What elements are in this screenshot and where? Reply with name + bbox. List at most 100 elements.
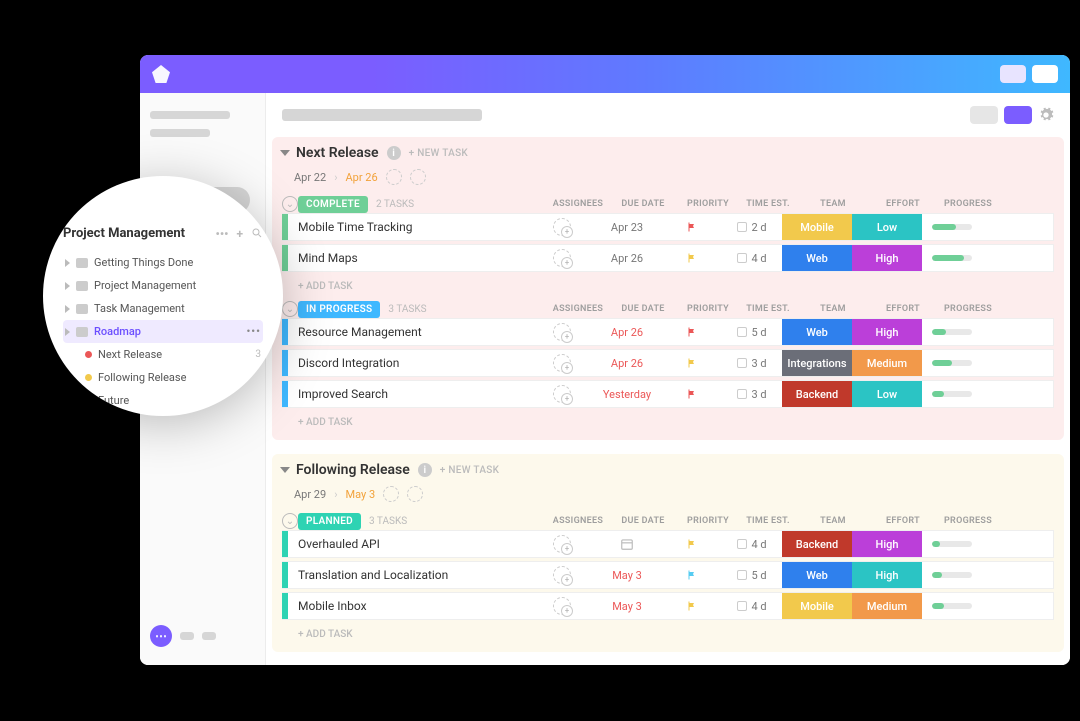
task-row[interactable]: Mind Maps Apr 26 4 d Web High — [282, 244, 1054, 272]
time-estimate[interactable]: 2 d — [722, 221, 782, 234]
effort-tag[interactable]: High — [852, 562, 922, 588]
assignee-placeholder-icon[interactable] — [383, 486, 399, 502]
due-date[interactable]: May 3 — [592, 600, 662, 613]
add-task-button[interactable]: + ADD TASK — [282, 275, 1054, 294]
flag-icon[interactable] — [686, 252, 698, 264]
info-icon[interactable]: i — [418, 463, 432, 477]
task-row[interactable]: Overhauled API 4 d Backend High — [282, 530, 1054, 558]
effort-tag[interactable]: Low — [852, 214, 922, 240]
new-task-button[interactable]: + NEW TASK — [440, 465, 499, 476]
task-row[interactable]: Improved Search Yesterday 3 d Backend Lo… — [282, 380, 1054, 408]
due-date[interactable]: Yesterday — [592, 388, 662, 401]
chevron-down-icon[interactable] — [280, 150, 290, 156]
flag-icon[interactable] — [686, 357, 698, 369]
chat-icon[interactable]: ⋯ — [150, 625, 172, 647]
toolbar-toggle[interactable] — [970, 106, 998, 124]
assignee-placeholder-icon[interactable] — [386, 169, 402, 185]
assignee-placeholder-icon[interactable] — [410, 169, 426, 185]
due-date[interactable] — [592, 537, 662, 551]
assignee-add-icon[interactable] — [553, 249, 571, 267]
chevron-down-icon[interactable] — [280, 467, 290, 473]
progress-bar[interactable] — [932, 541, 972, 547]
new-task-button[interactable]: + NEW TASK — [409, 148, 468, 159]
status-badge[interactable]: IN PROGRESS — [298, 301, 380, 318]
sidebar-item[interactable]: Task Management — [63, 297, 263, 320]
title-bar-chip[interactable] — [1032, 65, 1058, 83]
team-tag[interactable]: Integrations — [782, 350, 852, 376]
team-tag[interactable]: Web — [782, 319, 852, 345]
flag-icon[interactable] — [686, 388, 698, 400]
more-icon[interactable]: ••• — [246, 325, 261, 338]
time-estimate[interactable]: 3 d — [722, 388, 782, 401]
progress-bar[interactable] — [932, 391, 972, 397]
assignee-add-icon[interactable] — [553, 323, 571, 341]
effort-tag[interactable]: Low — [852, 381, 922, 407]
task-row[interactable]: Translation and Localization May 3 5 d W… — [282, 561, 1054, 589]
due-date[interactable]: May 3 — [592, 569, 662, 582]
team-tag[interactable]: Backend — [782, 381, 852, 407]
flag-icon[interactable] — [686, 569, 698, 581]
toolbar-toggle-active[interactable] — [1004, 106, 1032, 124]
time-estimate[interactable]: 5 d — [722, 569, 782, 582]
sidebar-item[interactable]: Project Management — [63, 274, 263, 297]
more-icon[interactable]: ••• — [216, 227, 229, 241]
progress-bar[interactable] — [932, 255, 972, 261]
assignee-add-icon[interactable] — [553, 385, 571, 403]
search-icon[interactable] — [251, 227, 263, 241]
add-icon[interactable]: + — [236, 227, 243, 241]
task-row[interactable]: Mobile Inbox May 3 4 d Mobile Medium — [282, 592, 1054, 620]
team-tag[interactable]: Web — [782, 562, 852, 588]
time-estimate[interactable]: 4 d — [722, 538, 782, 551]
collapse-group-icon[interactable]: ⌄ — [282, 513, 298, 529]
status-badge[interactable]: COMPLETE — [298, 196, 368, 213]
task-row[interactable]: Discord Integration Apr 26 3 d Integrati… — [282, 349, 1054, 377]
title-bar-chip[interactable] — [1000, 65, 1026, 83]
task-row[interactable]: Mobile Time Tracking Apr 23 2 d Mobile L… — [282, 213, 1054, 241]
progress-bar[interactable] — [932, 224, 972, 230]
gear-icon[interactable] — [1038, 107, 1054, 123]
effort-tag[interactable]: High — [852, 245, 922, 271]
effort-tag[interactable]: High — [852, 319, 922, 345]
effort-tag[interactable]: Medium — [852, 593, 922, 619]
team-tag[interactable]: Backend — [782, 531, 852, 557]
team-tag[interactable]: Web — [782, 245, 852, 271]
info-icon[interactable]: i — [387, 146, 401, 160]
progress-bar[interactable] — [932, 360, 972, 366]
progress-bar[interactable] — [932, 572, 972, 578]
time-estimate[interactable]: 3 d — [722, 357, 782, 370]
add-task-button[interactable]: + ADD TASK — [282, 411, 1054, 430]
sidebar-item[interactable]: Getting Things Done — [63, 251, 263, 274]
assignee-add-icon[interactable] — [553, 354, 571, 372]
effort-tag[interactable]: High — [852, 531, 922, 557]
calendar-icon[interactable] — [620, 537, 634, 551]
task-row[interactable]: Resource Management Apr 26 5 d Web High — [282, 318, 1054, 346]
time-estimate[interactable]: 4 d — [722, 252, 782, 265]
progress-bar[interactable] — [932, 603, 972, 609]
assignee-add-icon[interactable] — [553, 597, 571, 615]
progress-bar[interactable] — [932, 329, 972, 335]
collapse-group-icon[interactable]: ⌄ — [282, 196, 298, 212]
due-date[interactable]: Apr 26 — [592, 357, 662, 370]
status-badge[interactable]: PLANNED — [298, 513, 361, 530]
flag-icon[interactable] — [686, 600, 698, 612]
flag-icon[interactable] — [686, 538, 698, 550]
sidebar-subitem[interactable]: Next Release 3 — [63, 343, 263, 366]
due-date[interactable]: Apr 26 — [592, 326, 662, 339]
flag-icon[interactable] — [686, 326, 698, 338]
assignee-placeholder-icon[interactable] — [407, 486, 423, 502]
team-tag[interactable]: Mobile — [782, 214, 852, 240]
team-tag[interactable]: Mobile — [782, 593, 852, 619]
due-date[interactable]: Apr 26 — [592, 252, 662, 265]
sidebar-subitem[interactable]: Following Release 5 — [63, 366, 263, 389]
assignee-add-icon[interactable] — [553, 566, 571, 584]
collapse-group-icon[interactable]: ⌄ — [282, 301, 298, 317]
time-estimate[interactable]: 5 d — [722, 326, 782, 339]
effort-tag[interactable]: Medium — [852, 350, 922, 376]
due-date[interactable]: Apr 23 — [592, 221, 662, 234]
flag-icon[interactable] — [686, 221, 698, 233]
assignee-add-icon[interactable] — [553, 535, 571, 553]
assignee-add-icon[interactable] — [553, 218, 571, 236]
time-estimate[interactable]: 4 d — [722, 600, 782, 613]
sidebar-item[interactable]: Roadmap ••• — [63, 320, 263, 343]
add-task-button[interactable]: + ADD TASK — [282, 623, 1054, 642]
